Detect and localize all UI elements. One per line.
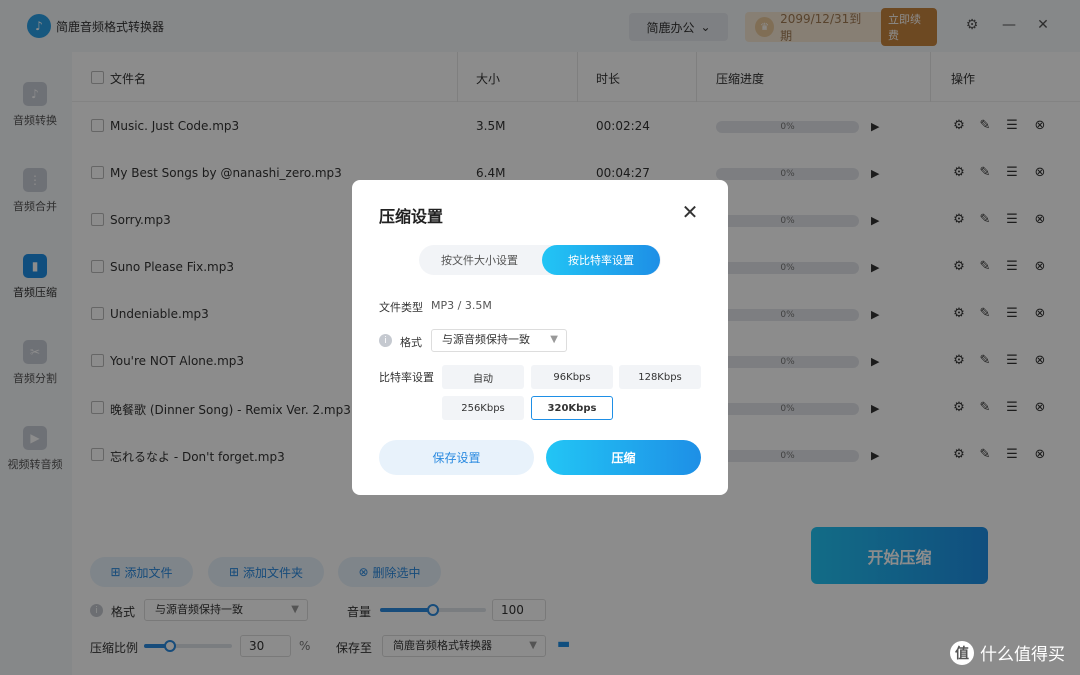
dialog-format-value: 与源音频保持一致 (442, 333, 530, 346)
file-type-label: 文件类型 (379, 301, 423, 314)
dialog-format-select[interactable]: 与源音频保持一致 ▼ (431, 329, 567, 352)
dialog-format-label: 格式 (400, 336, 422, 349)
bitrate-option[interactable]: 自动 (442, 365, 524, 389)
bitrate-option-selected[interactable]: 320Kbps (531, 396, 613, 420)
bitrate-label: 比特率设置 (379, 371, 434, 384)
mode-tabs: 按文件大小设置 按比特率设置 (419, 245, 661, 275)
file-type-value: MP3 / 3.5M (431, 299, 492, 312)
tab-by-bitrate[interactable]: 按比特率设置 (542, 245, 660, 275)
compress-button[interactable]: 压缩 (546, 440, 701, 475)
watermark-text: 什么值得买 (980, 645, 1065, 665)
close-icon[interactable]: ✕ (680, 200, 700, 224)
info-icon: i (379, 334, 392, 347)
save-settings-button[interactable]: 保存设置 (379, 440, 534, 475)
dialog-title: 压缩设置 (379, 207, 444, 226)
bitrate-option[interactable]: 128Kbps (619, 365, 701, 389)
compress-settings-dialog: 压缩设置 ✕ 按文件大小设置 按比特率设置 文件类型 MP3 / 3.5M i … (352, 180, 728, 495)
bitrate-option[interactable]: 96Kbps (531, 365, 613, 389)
bitrate-option[interactable]: 256Kbps (442, 396, 524, 420)
watermark: 值 什么值得买 (950, 640, 1065, 665)
watermark-logo-icon: 值 (950, 640, 974, 665)
tab-by-file-size[interactable]: 按文件大小设置 (419, 245, 540, 275)
dropdown-arrow-icon: ▼ (550, 334, 558, 345)
